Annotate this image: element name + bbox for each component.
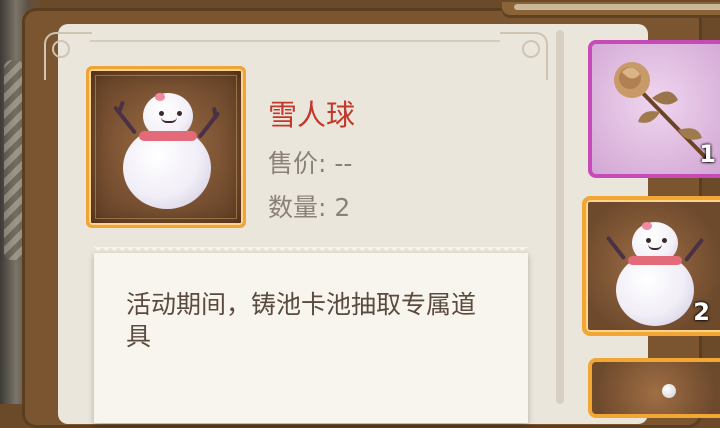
slot-quantity: 1 [699, 140, 716, 168]
item-description-card: 活动期间，铸池卡池抽取专属道具 [94, 247, 528, 423]
panel-right-divider [556, 30, 564, 404]
item-description: 活动期间，铸池卡池抽取专属道具 [126, 290, 477, 351]
pearl-icon [662, 384, 676, 398]
item-icon-frame [86, 66, 246, 228]
snowman-icon [605, 218, 705, 328]
corner-ornament-right [500, 32, 548, 80]
item-count: 数量: 2 [268, 193, 351, 222]
panel-top-divider [90, 40, 500, 42]
inventory-slot-rose[interactable]: 1 [588, 40, 720, 178]
item-name: 雪人球 [268, 98, 356, 132]
slot-quantity: 2 [693, 298, 710, 326]
inventory-slot-snowman[interactable]: 2 [582, 196, 720, 336]
snowman-icon [112, 87, 221, 217]
item-price: 售价: -- [268, 149, 353, 178]
corner-ornament-left [44, 32, 92, 80]
inventory-slot-pearl[interactable] [588, 358, 720, 418]
panel-top-tab [502, 2, 720, 18]
